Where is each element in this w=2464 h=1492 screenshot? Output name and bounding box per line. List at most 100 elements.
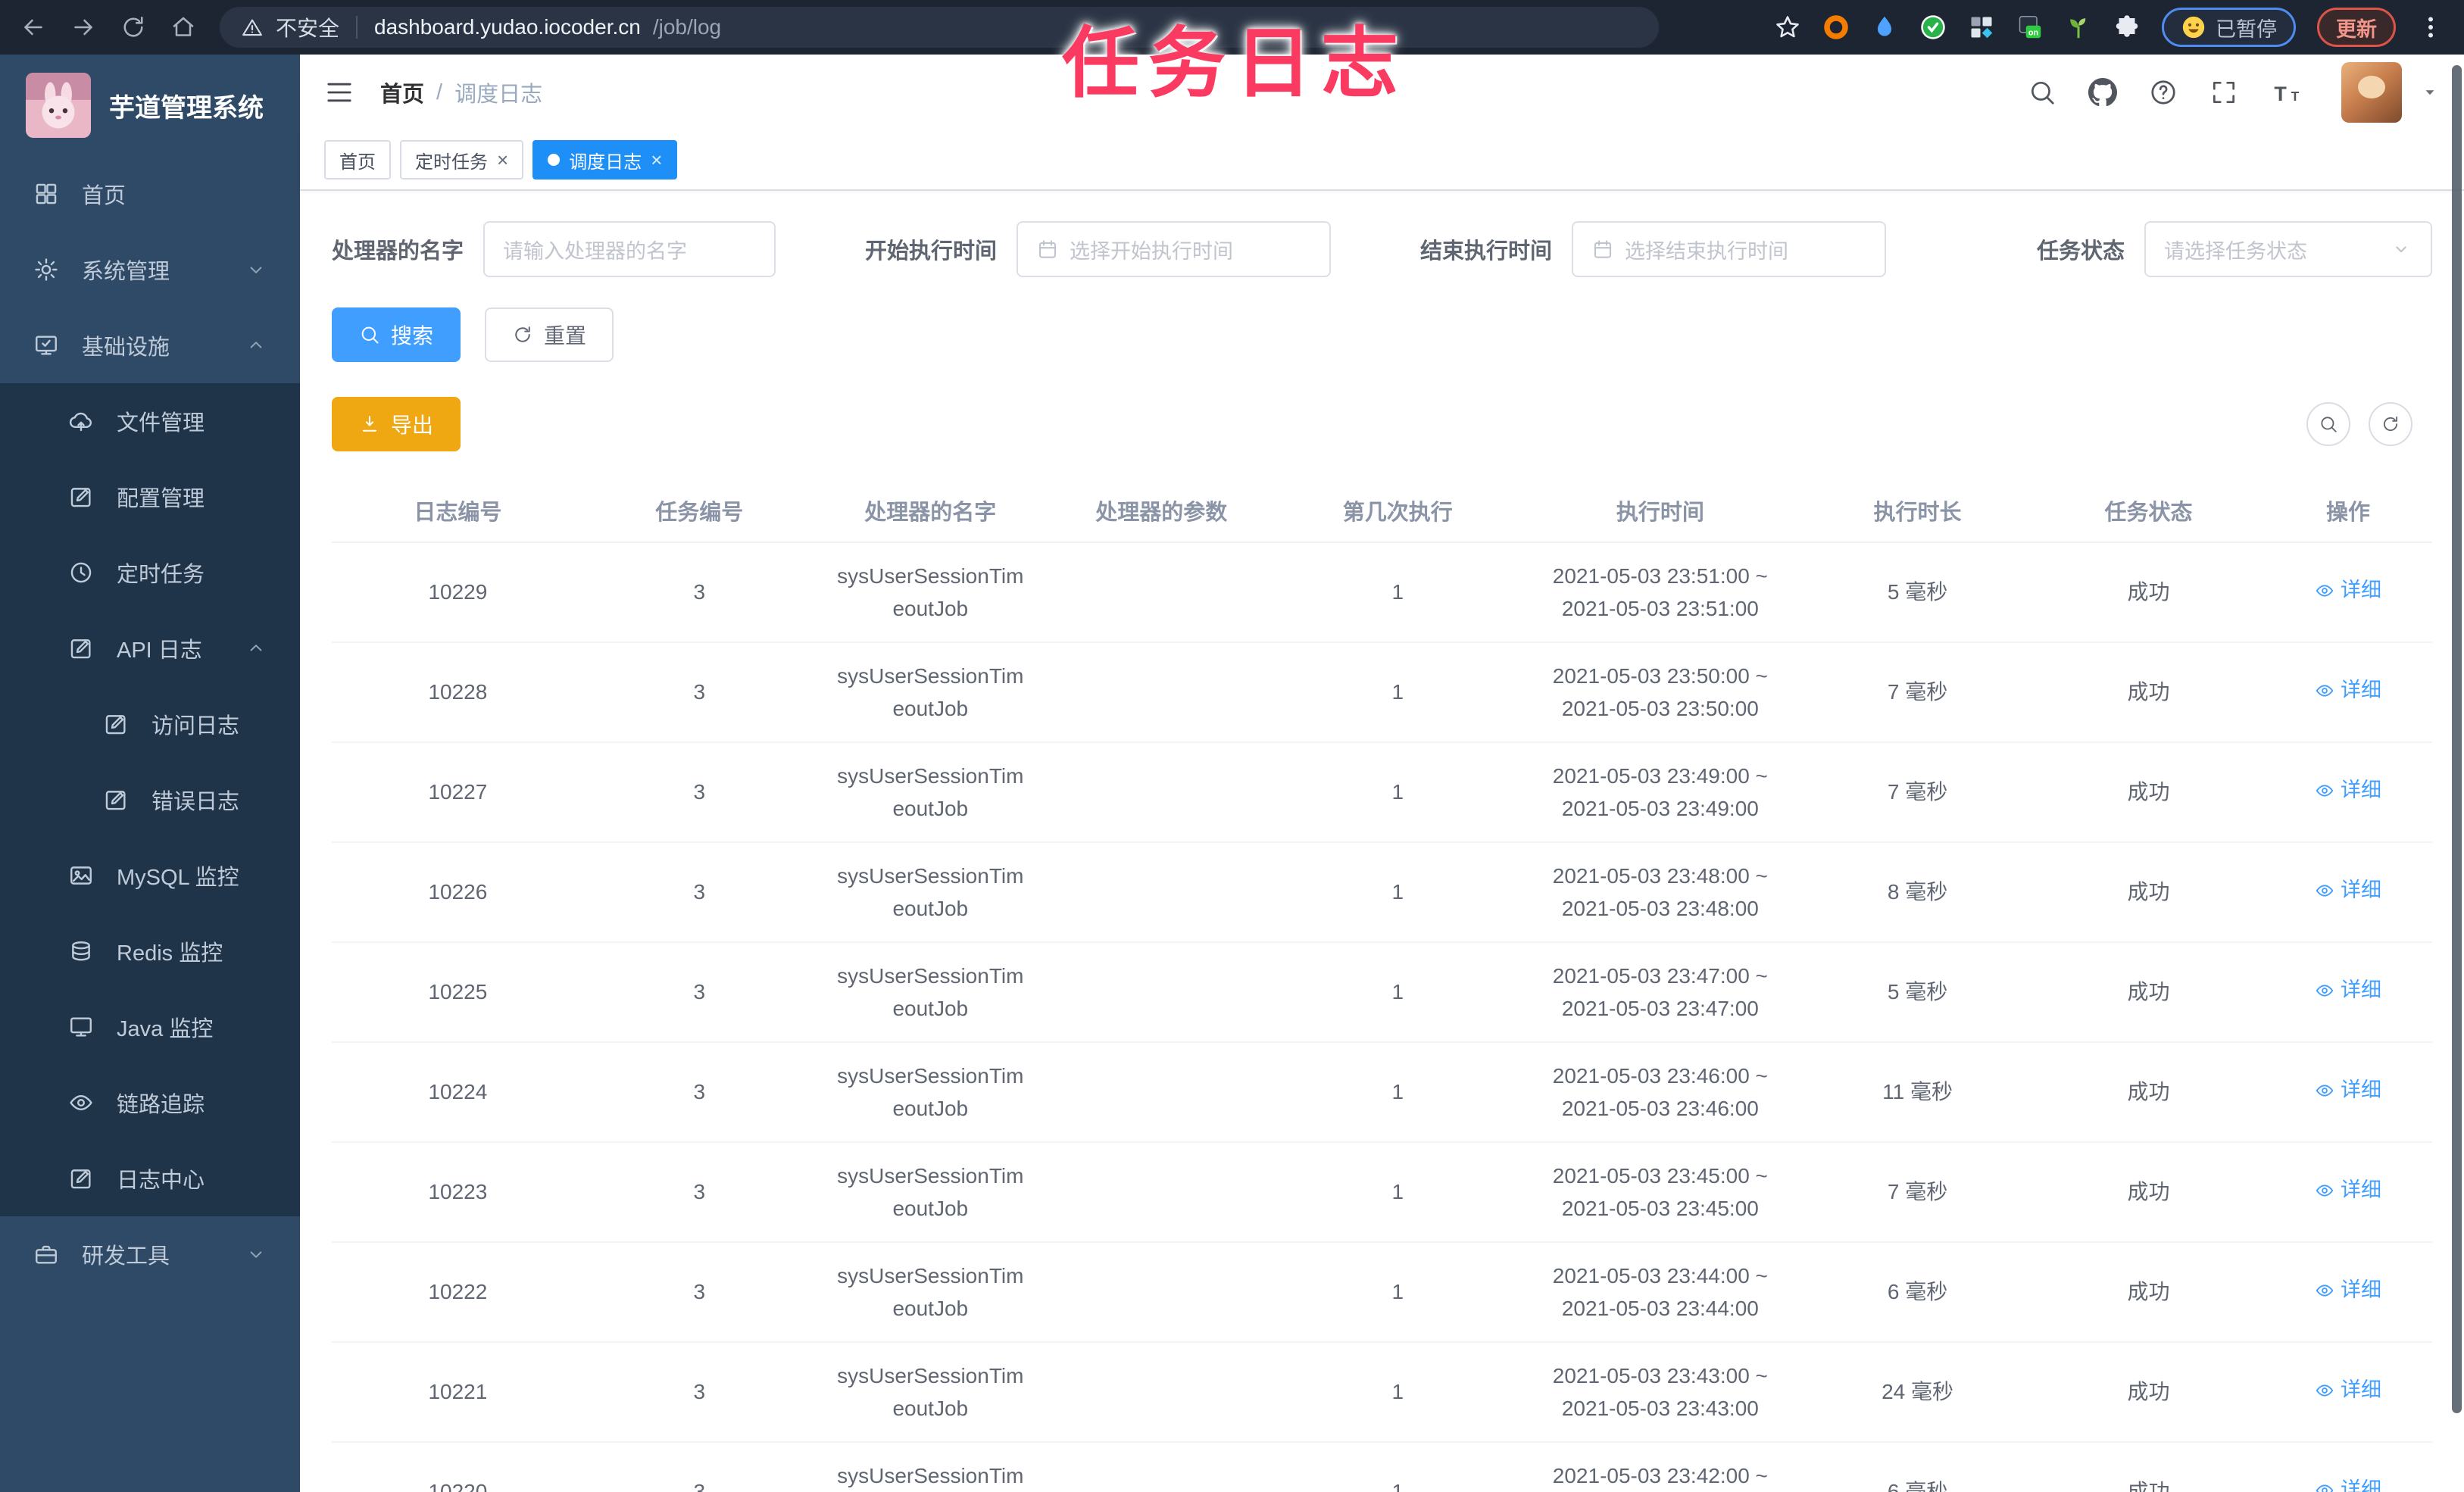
browser-menu-icon[interactable]: [2417, 14, 2444, 41]
home-icon[interactable]: [170, 14, 197, 41]
cell-handler-name: sysUserSessionTimeoutJob: [814, 542, 1046, 643]
close-icon[interactable]: ×: [497, 150, 508, 170]
cell-log-id: 10222: [332, 1242, 584, 1343]
sidebar-item-trace[interactable]: 链路追踪: [0, 1065, 300, 1141]
export-button[interactable]: 导出: [332, 397, 461, 451]
breadcrumb-home[interactable]: 首页: [380, 76, 424, 108]
detail-link[interactable]: 详细: [2315, 575, 2381, 607]
address-bar[interactable]: 不安全 dashboard.yudao.iocoder.cn /job/log: [220, 7, 1659, 48]
detail-link[interactable]: 详细: [2315, 1375, 2381, 1406]
tab-label: 调度日志: [569, 151, 642, 173]
sidebar-item-log-center[interactable]: 日志中心: [0, 1141, 300, 1216]
page-content: 处理器的名字 请输入处理器的名字 开始执行时间 选择开始执行时间 结束执行时间 选择结束执…: [300, 191, 2464, 1492]
app-logo[interactable]: 芋道管理系统: [0, 55, 300, 156]
cell-task-id: 3: [583, 1042, 815, 1143]
blue-drop-icon[interactable]: [1871, 14, 1898, 41]
sidebar-item-access-logs[interactable]: 访问日志: [0, 686, 300, 762]
on-badge-icon[interactable]: on: [2016, 14, 2044, 41]
green-v-icon[interactable]: [1919, 14, 1947, 41]
tab-scheduled-tasks[interactable]: 定时任务 ×: [400, 140, 524, 179]
toggle-search-button[interactable]: [2306, 402, 2350, 446]
monitor-icon: [68, 1014, 94, 1040]
reload-icon[interactable]: [120, 14, 147, 41]
cell-status: 成功: [2033, 1442, 2265, 1492]
sidebar-item-system-management[interactable]: 系统管理: [0, 232, 300, 307]
cell-execute-time: 2021-05-03 23:47:00 ~2021-05-03 23:47:00: [1518, 942, 1803, 1043]
sidebar-item-home[interactable]: 首页: [0, 156, 300, 232]
close-icon[interactable]: ×: [651, 150, 662, 170]
sidebar-item-infrastructure[interactable]: 基础设施: [0, 307, 300, 383]
detail-link[interactable]: 详细: [2315, 1075, 2381, 1107]
tab-job-log[interactable]: 调度日志 ×: [532, 140, 678, 179]
filter-handler-name: 处理器的名字 请输入处理器的名字: [332, 221, 776, 277]
cell-task-id: 3: [583, 1142, 815, 1243]
reset-button[interactable]: 重置: [485, 307, 614, 362]
sidebar-item-dev-tools[interactable]: 研发工具: [0, 1216, 300, 1292]
puzzle-icon[interactable]: [2113, 14, 2141, 41]
caret-down-icon[interactable]: [2420, 83, 2440, 102]
layers-icon: [68, 938, 94, 964]
page-scrollbar[interactable]: [2452, 65, 2462, 1413]
column-header-1: 任务编号: [583, 479, 815, 543]
hamburger-icon[interactable]: [324, 77, 354, 108]
font-size-icon[interactable]: TT: [2270, 78, 2309, 107]
orange-ring-icon[interactable]: [1822, 14, 1850, 41]
sidebar-item-label: 研发工具: [82, 1244, 170, 1269]
fullscreen-icon[interactable]: [2209, 78, 2238, 107]
detail-link[interactable]: 详细: [2315, 875, 2381, 907]
task-status-input[interactable]: 请选择任务状态: [2144, 221, 2432, 277]
refresh-table-button[interactable]: [2369, 402, 2412, 446]
cell-duration: 7 毫秒: [1802, 1142, 2034, 1243]
detail-link[interactable]: 详细: [2315, 775, 2381, 807]
user-avatar[interactable]: [2341, 62, 2402, 123]
sidebar-item-file-management[interactable]: 文件管理: [0, 383, 300, 459]
sidebar-item-label: 定时任务: [117, 563, 205, 587]
sidebar-item-scheduled-tasks[interactable]: 定时任务: [0, 535, 300, 610]
cell-actions: 详细: [2264, 942, 2432, 1043]
detail-link[interactable]: 详细: [2315, 1175, 2381, 1206]
sidebar-item-error-logs[interactable]: 错误日志: [0, 762, 300, 838]
detail-link[interactable]: 详细: [2315, 1475, 2381, 1492]
search-button[interactable]: 搜索: [332, 307, 461, 362]
handler-name-input[interactable]: 请输入处理器的名字: [483, 221, 776, 277]
github-icon[interactable]: [2088, 78, 2117, 107]
browser-chrome: 不安全 dashboard.yudao.iocoder.cn /job/log …: [0, 0, 2464, 55]
detail-link[interactable]: 详细: [2315, 675, 2381, 707]
edit-icon: [103, 787, 129, 813]
filter-actions: 搜索 重置: [332, 307, 2432, 362]
search-icon[interactable]: [2028, 78, 2056, 107]
update-button[interactable]: 更新: [2317, 8, 2396, 47]
table-header-row: 日志编号 任务编号 处理器的名字 处理器的参数 第几次执行 执行时间 执行时长 任务状态 操作: [332, 479, 2432, 543]
bookmark-star-icon[interactable]: [1774, 14, 1801, 41]
start-time-input[interactable]: 选择开始执行时间: [1017, 221, 1332, 277]
sidebar-item-config-management[interactable]: 配置管理: [0, 459, 300, 535]
tab-home[interactable]: 首页: [324, 140, 391, 179]
sidebar-item-java-monitor[interactable]: Java 监控: [0, 989, 300, 1065]
sidebar-item-api-logs[interactable]: API 日志: [0, 610, 300, 686]
column-header-0: 日志编号: [332, 479, 584, 543]
cell-actions: 详细: [2264, 1442, 2432, 1492]
cell-status: 成功: [2033, 1142, 2265, 1243]
paused-badge[interactable]: 已暂停: [2162, 8, 2296, 47]
detail-link-label: 详细: [2341, 1378, 2382, 1401]
sidebar-item-redis-monitor[interactable]: Redis 监控: [0, 913, 300, 989]
green-sprout-icon[interactable]: [2065, 14, 2092, 41]
sidebar-item-label: 系统管理: [82, 260, 170, 284]
back-icon[interactable]: [20, 14, 47, 41]
sidebar-item-label: 基础设施: [82, 336, 170, 360]
not-secure-label: 不安全: [276, 17, 340, 40]
grid-extension-icon[interactable]: [1968, 14, 1995, 41]
sidebar-item-label: 错误日志: [151, 790, 240, 814]
help-icon[interactable]: [2149, 78, 2178, 107]
end-time-input[interactable]: 选择结束执行时间: [1572, 221, 1887, 277]
app-title: 芋道管理系统: [109, 93, 264, 123]
cell-execute-time: 2021-05-03 23:46:00 ~2021-05-03 23:46:00: [1518, 1042, 1803, 1143]
detail-link-label: 详细: [2341, 1078, 2382, 1101]
detail-link[interactable]: 详细: [2315, 975, 2381, 1007]
cell-duration: 7 毫秒: [1802, 642, 2034, 743]
cell-handler-param: [1045, 842, 1277, 943]
forward-icon[interactable]: [70, 14, 97, 41]
detail-link[interactable]: 详细: [2315, 1275, 2381, 1306]
sidebar-item-mysql-monitor[interactable]: MySQL 监控: [0, 838, 300, 913]
column-header-3: 处理器的参数: [1045, 479, 1277, 543]
